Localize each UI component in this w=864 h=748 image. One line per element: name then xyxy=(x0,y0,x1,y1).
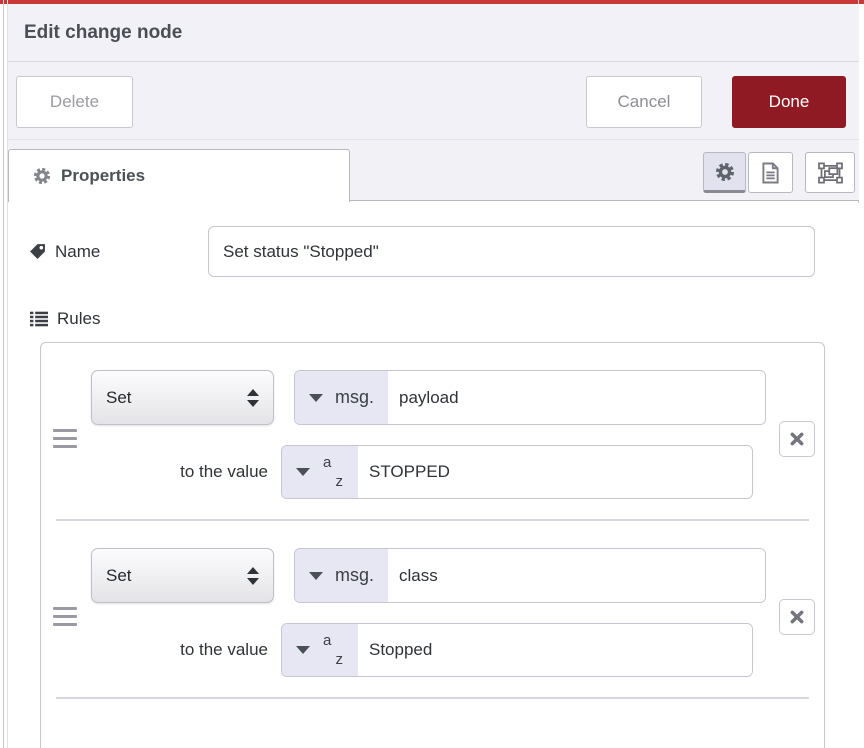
dialog-header: Edit change node xyxy=(8,4,859,62)
name-field-label: Name xyxy=(8,242,208,262)
name-field-row: Name xyxy=(8,226,859,277)
gear-icon xyxy=(33,167,51,185)
dialog-toolbar: Delete Cancel Done xyxy=(8,62,859,140)
rules-list: Set msg. to the value xyxy=(40,342,825,748)
to-the-value-label: to the value xyxy=(91,462,281,482)
appearance-icon xyxy=(818,162,843,184)
close-icon xyxy=(790,432,804,446)
select-arrows-icon xyxy=(247,567,259,585)
remove-rule-button[interactable] xyxy=(779,421,815,457)
rule-property-typed-input: msg. xyxy=(294,548,766,603)
document-icon xyxy=(761,162,780,184)
value-type-button[interactable]: a z xyxy=(282,624,358,676)
name-label: Name xyxy=(55,242,100,262)
to-the-value-label: to the value xyxy=(91,640,281,660)
select-arrows-icon xyxy=(247,389,259,407)
rule-divider xyxy=(56,697,809,699)
properties-tab-button[interactable] xyxy=(703,152,746,193)
property-type-button[interactable]: msg. xyxy=(295,549,388,602)
rule-action-value: Set xyxy=(106,388,247,408)
list-icon xyxy=(30,311,48,327)
rules-section-label: Rules xyxy=(8,309,859,329)
dialog-title: Edit change node xyxy=(24,22,182,44)
rule-property-typed-input: msg. xyxy=(294,370,766,425)
tab-properties-label: Properties xyxy=(61,166,145,186)
chevron-down-icon xyxy=(296,468,310,476)
string-type-icon: a z xyxy=(322,633,344,667)
rule-action-select[interactable]: Set xyxy=(91,548,274,603)
rule-value-typed-input: a z xyxy=(281,623,753,677)
done-button[interactable]: Done xyxy=(732,76,846,128)
gear-icon xyxy=(715,162,735,182)
tab-properties[interactable]: Properties xyxy=(8,149,350,202)
rule-action-value: Set xyxy=(106,566,247,586)
rule-value-typed-input: a z xyxy=(281,445,753,499)
rule-value-input[interactable] xyxy=(358,446,752,498)
rule-item: Set msg. to the value xyxy=(41,521,824,697)
drag-handle-icon[interactable] xyxy=(53,607,77,631)
tag-icon xyxy=(29,243,46,260)
editor-tab-bar: Properties xyxy=(8,140,859,201)
value-type-button[interactable]: a z xyxy=(282,446,358,498)
appearance-tab-button[interactable] xyxy=(805,152,855,193)
rule-value-input[interactable] xyxy=(358,624,752,676)
chevron-down-icon xyxy=(309,394,323,402)
property-type-label: msg. xyxy=(335,565,374,586)
tray-left-border xyxy=(3,0,4,748)
rule-action-select[interactable]: Set xyxy=(91,370,274,425)
chevron-down-icon xyxy=(309,572,323,580)
drag-handle-icon[interactable] xyxy=(53,429,77,453)
rule-item: Set msg. to the value xyxy=(41,343,824,519)
rules-label: Rules xyxy=(57,309,100,329)
close-icon xyxy=(790,610,804,624)
rule-property-input[interactable] xyxy=(388,549,765,602)
string-type-icon: a z xyxy=(322,455,344,489)
name-input[interactable] xyxy=(208,226,815,277)
cancel-button[interactable]: Cancel xyxy=(586,76,702,128)
remove-rule-button[interactable] xyxy=(779,599,815,635)
property-type-button[interactable]: msg. xyxy=(295,371,388,424)
description-tab-button[interactable] xyxy=(748,152,793,193)
chevron-down-icon xyxy=(296,646,310,654)
edit-change-node-dialog: Edit change node Delete Cancel Done Prop… xyxy=(0,0,864,748)
properties-panel: Name Rules xyxy=(8,203,859,748)
property-type-label: msg. xyxy=(335,387,374,408)
rule-property-input[interactable] xyxy=(388,371,765,424)
delete-button[interactable]: Delete xyxy=(16,76,133,128)
